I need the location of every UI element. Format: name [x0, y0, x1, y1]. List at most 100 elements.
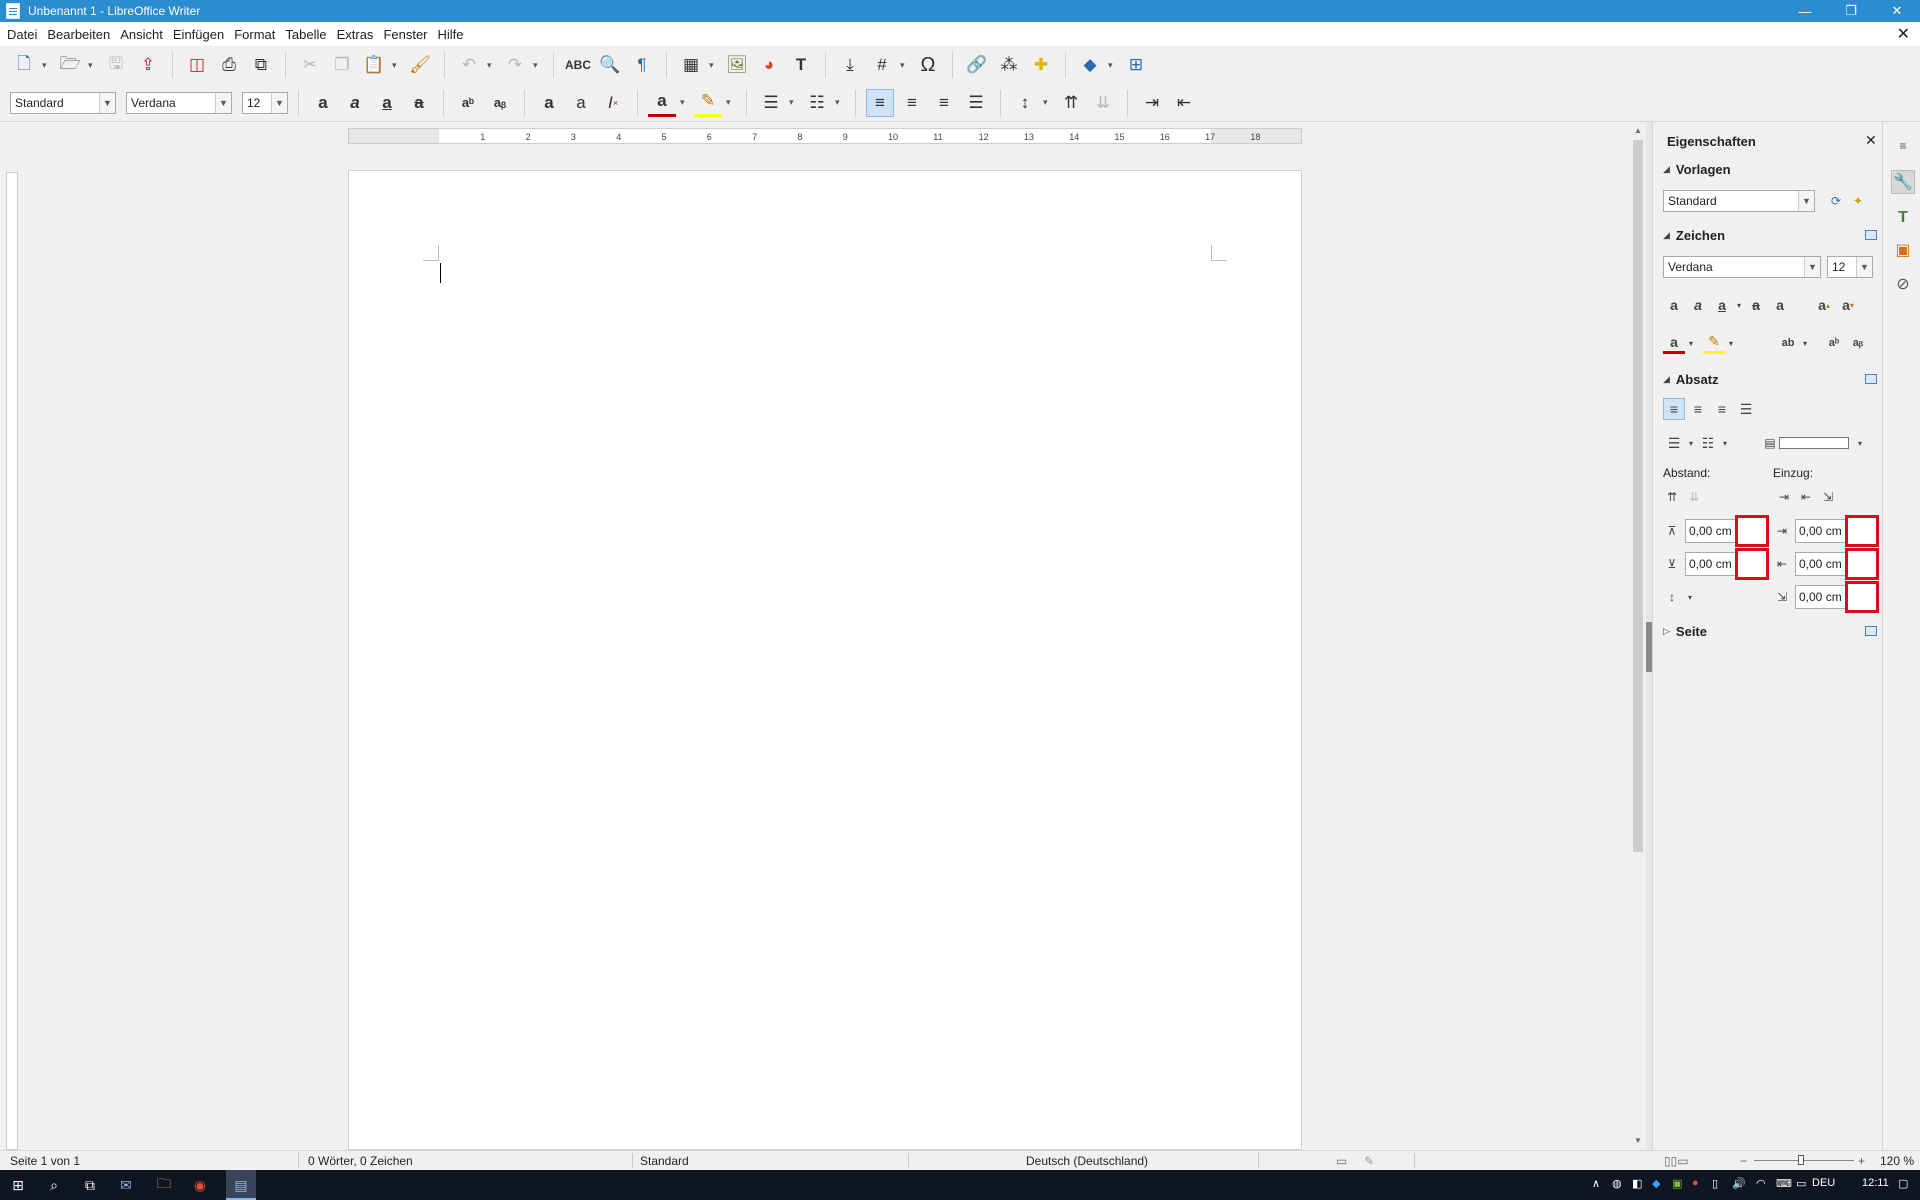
more-options-icon[interactable]	[1865, 230, 1877, 240]
menu-einfuegen[interactable]: Einfügen	[168, 27, 229, 42]
tray-app-icon[interactable]: ●	[1692, 1177, 1699, 1189]
bullet-list-icon[interactable]: ☰	[1663, 432, 1685, 454]
insert-table-icon[interactable]: ▦	[677, 51, 705, 79]
paragraph-background-swatch[interactable]	[1779, 437, 1849, 449]
insert-comment-icon[interactable]: ✚	[1027, 51, 1055, 79]
insert-footnote-icon[interactable]: ⁂	[995, 51, 1023, 79]
update-style-icon[interactable]: ⟳	[1827, 192, 1845, 210]
paste-icon[interactable]: 📋	[360, 51, 388, 79]
file-explorer-icon[interactable]: 🗀	[154, 1175, 174, 1195]
close-window-button[interactable]: ✕	[1874, 0, 1920, 22]
justify-icon[interactable]: ☰	[962, 89, 990, 117]
menu-ansicht[interactable]: Ansicht	[115, 27, 168, 42]
bullet-list-icon[interactable]: ☰	[757, 89, 785, 117]
chevron-down-icon[interactable]: ▼	[99, 92, 115, 113]
chevron-down-icon[interactable]: ▼	[215, 92, 231, 113]
clone-formatting-icon[interactable]: 🖌	[406, 51, 434, 79]
indent-after-field[interactable]: 0,00 cm	[1795, 552, 1847, 576]
show-draw-functions-icon[interactable]: ⊞	[1122, 51, 1150, 79]
tray-app-icon[interactable]: ◆	[1652, 1177, 1660, 1190]
underline-dropdown-icon[interactable]: ▾	[1735, 294, 1743, 316]
insert-field-icon[interactable]: #	[868, 51, 896, 79]
tray-language[interactable]: DEU	[1812, 1177, 1835, 1189]
chevron-down-icon[interactable]: ▼	[1798, 191, 1814, 211]
font-color-icon[interactable]: a	[648, 89, 676, 117]
subscript-icon[interactable]: aᵦ	[486, 89, 514, 117]
chevron-down-icon[interactable]: ▼	[1804, 257, 1820, 277]
font-color-icon[interactable]: a	[1663, 332, 1685, 354]
strikethrough-icon[interactable]: a	[1745, 294, 1767, 316]
section-zeichen[interactable]: ◢ Zeichen	[1663, 228, 1725, 243]
document-modified-icon[interactable]: ✎	[1364, 1154, 1374, 1168]
shadow-icon[interactable]: a	[1769, 294, 1791, 316]
spacing-above-spinner-highlight[interactable]	[1735, 515, 1769, 547]
decrease-paragraph-spacing-icon[interactable]: ⇊	[1089, 89, 1117, 117]
bold-icon[interactable]: a	[1663, 294, 1685, 316]
bullet-dropdown-icon[interactable]: ▾	[1687, 432, 1695, 454]
section-vorlagen[interactable]: ◢ Vorlagen	[1663, 162, 1731, 177]
chrome-icon[interactable]: ◉	[190, 1175, 210, 1195]
character-spacing-icon[interactable]: ab	[1777, 332, 1799, 354]
first-line-indent-spinner-highlight[interactable]	[1845, 581, 1879, 613]
menu-datei[interactable]: Datei	[2, 27, 42, 42]
scrollbar-thumb[interactable]	[1633, 140, 1643, 852]
notifications-icon[interactable]: ▢	[1898, 1177, 1908, 1190]
menu-format[interactable]: Format	[229, 27, 280, 42]
new-style-icon[interactable]: ✦	[1849, 192, 1867, 210]
chevron-down-icon[interactable]: ▼	[1856, 257, 1872, 277]
properties-wrench-icon[interactable]: 🔧	[1891, 170, 1915, 194]
scroll-up-icon[interactable]: ▲	[1630, 126, 1646, 135]
spellcheck-icon[interactable]: ABC	[564, 51, 592, 79]
tray-battery-icon[interactable]: ▯	[1712, 1177, 1718, 1190]
special-character-icon[interactable]: Ω	[914, 51, 942, 79]
basic-shapes-icon[interactable]: ◆	[1076, 51, 1104, 79]
insert-image-icon[interactable]: 🖼	[723, 51, 751, 79]
chevron-down-icon[interactable]: ▼	[271, 92, 287, 113]
writer-app-icon[interactable]: ▤	[231, 1175, 251, 1195]
menu-fenster[interactable]: Fenster	[378, 27, 432, 42]
highlight-dropdown-icon[interactable]: ▾	[1727, 332, 1735, 354]
open-dropdown-icon[interactable]: ▾	[88, 60, 98, 71]
find-replace-icon[interactable]: 🔍	[596, 51, 624, 79]
hanging-indent-icon[interactable]: ⇲	[1819, 488, 1837, 506]
menu-hilfe[interactable]: Hilfe	[433, 27, 469, 42]
zoom-slider-thumb[interactable]	[1798, 1155, 1804, 1165]
status-page-style[interactable]: Standard	[640, 1154, 689, 1168]
spacing-above-field[interactable]: 0,00 cm	[1685, 519, 1737, 543]
line-spacing-dropdown-icon[interactable]: ▾	[1043, 97, 1053, 108]
save-icon[interactable]: 🖫	[102, 51, 130, 79]
horizontal-ruler[interactable]: 1 2 3 4 5 6 7 8 9 10 11 12 13 14 15 16 17 18	[348, 128, 1302, 144]
more-options-icon[interactable]	[1865, 626, 1877, 636]
clear-formatting-icon[interactable]: I ×	[599, 89, 627, 117]
tray-clock[interactable]: 12:11	[1862, 1177, 1889, 1189]
tray-app-icon[interactable]: ◍	[1612, 1177, 1622, 1190]
zoom-slider[interactable]	[1754, 1160, 1854, 1161]
grow-font-icon[interactable]: a ▴	[1813, 294, 1835, 316]
underline-icon[interactable]: a	[1711, 294, 1733, 316]
superscript-icon[interactable]: aᵇ	[1823, 332, 1845, 354]
font-name-combo[interactable]: Verdana ▼	[126, 91, 232, 114]
superscript-icon[interactable]: aᵇ	[454, 89, 482, 117]
insert-mode-icon[interactable]: ▭	[1336, 1154, 1347, 1168]
sidebar-close-button[interactable]: ✕	[1865, 132, 1877, 149]
section-absatz[interactable]: ◢ Absatz	[1663, 372, 1719, 387]
bullet-dropdown-icon[interactable]: ▾	[789, 97, 799, 108]
spacing-below-field[interactable]: 0,00 cm	[1685, 552, 1737, 576]
zoom-level[interactable]: 120 %	[1880, 1154, 1914, 1168]
bold-icon[interactable]: a	[309, 89, 337, 117]
line-spacing-icon[interactable]: ↕	[1011, 89, 1039, 117]
page-count[interactable]: Seite 1 von 1	[10, 1154, 80, 1168]
windows-start-icon[interactable]: ⊞	[8, 1175, 28, 1195]
document-page[interactable]	[348, 170, 1302, 1150]
redo-icon[interactable]: ↷	[501, 51, 529, 79]
highlight-dropdown-icon[interactable]: ▾	[726, 97, 736, 108]
outline-font-icon[interactable]: a	[567, 89, 595, 117]
increase-indent-icon[interactable]: ⇥	[1775, 488, 1793, 506]
cut-icon[interactable]: ✂	[296, 51, 324, 79]
spacing-dropdown-icon[interactable]: ▾	[1801, 332, 1809, 354]
scroll-down-icon[interactable]: ▼	[1630, 1136, 1646, 1145]
tray-app-icon[interactable]: ◧	[1632, 1177, 1642, 1190]
menu-tabelle[interactable]: Tabelle	[280, 27, 331, 42]
numbered-list-icon[interactable]: ☷	[803, 89, 831, 117]
search-icon[interactable]: ⌕	[44, 1175, 64, 1195]
